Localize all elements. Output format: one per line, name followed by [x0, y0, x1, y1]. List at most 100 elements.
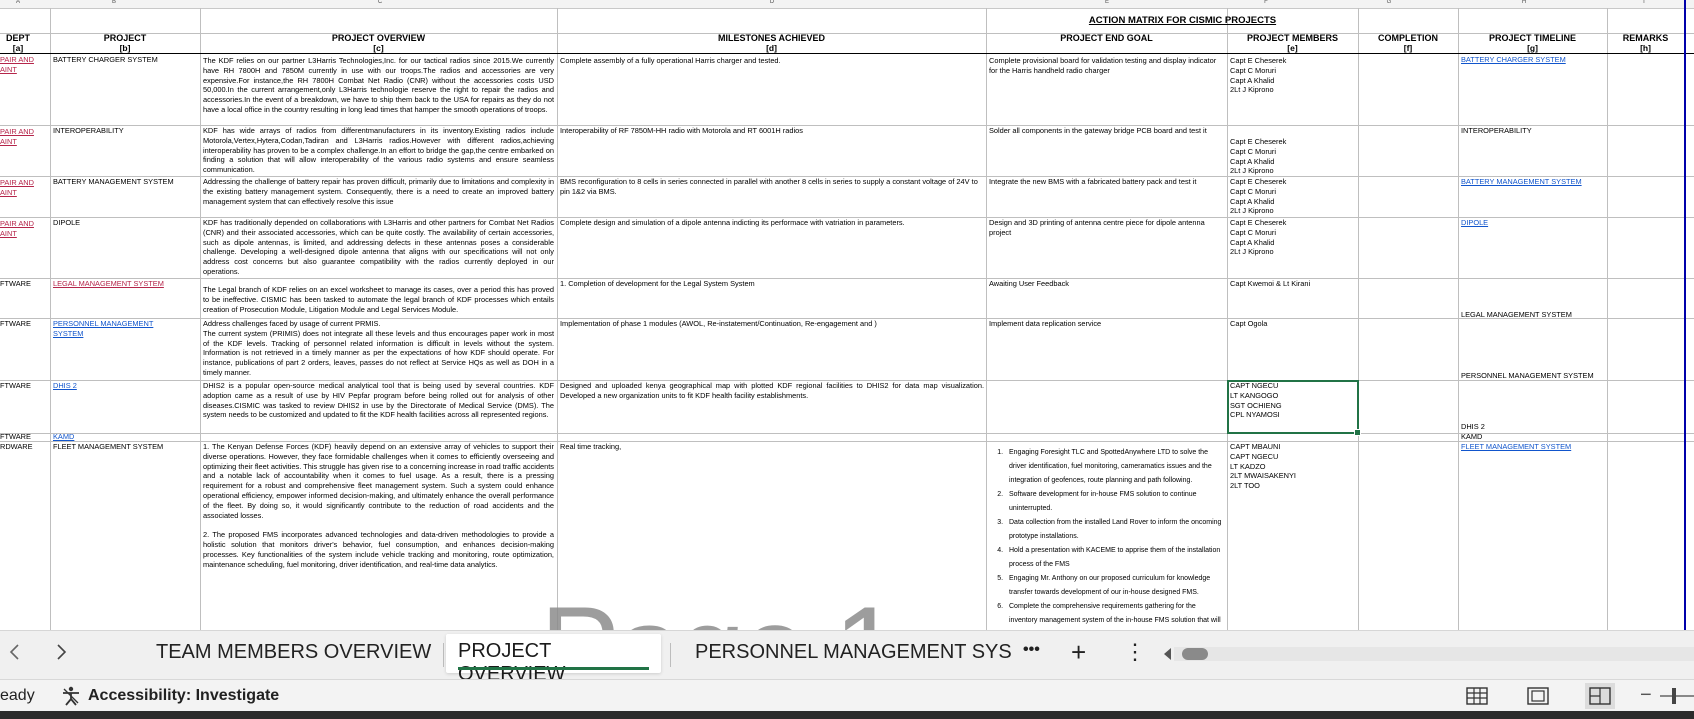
- cell-project[interactable]: BATTERY MANAGEMENT SYSTEM: [53, 177, 199, 187]
- cell-overview[interactable]: The KDF relies on our partner L3Harris T…: [203, 56, 554, 125]
- cell-overview[interactable]: DHIS2 is a popular open-source medical a…: [203, 381, 554, 433]
- cell-dept[interactable]: PAIR AND AINT: [0, 55, 48, 75]
- column-letter[interactable]: C: [376, 0, 384, 5]
- cell-milestones[interactable]: Implementation of phase 1 modules (AWOL,…: [560, 319, 984, 329]
- header-dept[interactable]: DEPT [a]: [0, 33, 36, 53]
- chevron-right-icon[interactable]: [54, 641, 68, 669]
- cell-dept[interactable]: RDWARE: [0, 442, 48, 452]
- cell-project[interactable]: BATTERY CHARGER SYSTEM: [53, 55, 199, 65]
- normal-view-icon[interactable]: [1465, 686, 1489, 711]
- cell-dept[interactable]: FTWARE: [0, 279, 48, 289]
- page-layout-icon[interactable]: [1526, 686, 1550, 711]
- header-end-goal[interactable]: PROJECT END GOAL: [986, 33, 1227, 43]
- cell-milestones[interactable]: BMS reconfiguration to 8 cells in series…: [560, 177, 984, 197]
- column-letter[interactable]: F: [1262, 0, 1270, 5]
- project-link[interactable]: KAMD: [53, 432, 199, 442]
- timeline-label[interactable]: PERSONNEL MANAGEMENT SYSTEM: [1461, 371, 1606, 381]
- column-letter[interactable]: E: [1103, 0, 1111, 5]
- chevron-left-icon[interactable]: [8, 641, 22, 669]
- tab-personnel-management-system[interactable]: PERSONNEL MANAGEMENT SYSTI: [695, 641, 1012, 664]
- add-sheet-icon[interactable]: +: [1071, 637, 1086, 668]
- cell-members[interactable]: Capt Ogola: [1230, 319, 1357, 329]
- page-break-icon[interactable]: [1585, 683, 1615, 709]
- timeline-label[interactable]: LEGAL MANAGEMENT SYSTEM: [1461, 310, 1606, 320]
- cell-milestones[interactable]: Designed and uploaded kenya geographical…: [560, 381, 984, 411]
- cell-end-goal[interactable]: Implement data replication service: [989, 319, 1226, 329]
- cell-overview[interactable]: KDF has wide arrays of radios from diffe…: [203, 126, 554, 176]
- header-project-members[interactable]: PROJECT MEMBERS [e]: [1227, 33, 1358, 53]
- cell-end-goal[interactable]: Solder all components in the gateway bri…: [989, 126, 1226, 136]
- more-tabs-icon[interactable]: •••: [1023, 641, 1040, 659]
- header-project-timeline[interactable]: PROJECT TIMELINE [g]: [1458, 33, 1607, 53]
- project-link[interactable]: LEGAL MANAGEMENT SYSTEM: [53, 279, 199, 289]
- header-project-overview[interactable]: PROJECT OVERVIEW [c]: [200, 33, 557, 53]
- project-link[interactable]: PERSONNEL MANAGEMENT SYSTEM: [53, 319, 173, 339]
- column-letter[interactable]: D: [768, 0, 776, 5]
- cell-milestones[interactable]: 1. Completion of development for the Leg…: [560, 279, 984, 289]
- cell-overview[interactable]: 1. The Kenyan Defense Forces (KDF) heavi…: [203, 442, 554, 628]
- cell-dept[interactable]: PAIR AND AINT: [0, 219, 48, 239]
- accessibility-icon[interactable]: [60, 685, 82, 712]
- zoom-slider[interactable]: [1660, 688, 1694, 704]
- timeline-link[interactable]: DIPOLE: [1461, 218, 1606, 228]
- column-letter[interactable]: I: [1640, 0, 1648, 5]
- timeline-link[interactable]: BATTERY CHARGER SYSTEM: [1461, 55, 1606, 65]
- cell-end-goal[interactable]: Design and 3D printing of antenna centre…: [989, 218, 1226, 238]
- accessibility-status[interactable]: Accessibility: Investigate: [88, 687, 279, 705]
- cell-project[interactable]: INTEROPERABILITY: [53, 126, 199, 136]
- cell-overview[interactable]: The Legal branch of KDF relies on an exc…: [203, 285, 554, 319]
- fill-handle[interactable]: [1354, 429, 1361, 436]
- cell-milestones[interactable]: Real time tracking,: [560, 442, 984, 452]
- timeline-label[interactable]: KAMD: [1461, 432, 1606, 442]
- cell-milestones[interactable]: Complete assembly of a fully operational…: [560, 56, 984, 66]
- horizontal-scrollbar[interactable]: [1174, 647, 1694, 661]
- cell-dept[interactable]: FTWARE: [0, 432, 48, 442]
- timeline-label[interactable]: INTEROPERABILITY: [1461, 126, 1606, 136]
- header-project[interactable]: PROJECT [b]: [50, 33, 200, 53]
- taskbar-edge: [0, 711, 1694, 719]
- column-letter[interactable]: H: [1520, 0, 1528, 5]
- header-milestones[interactable]: MILESTONES ACHIEVED [d]: [557, 33, 986, 53]
- timeline-link[interactable]: BATTERY MANAGEMENT SYSTEM: [1461, 177, 1606, 187]
- cell-end-goal[interactable]: Complete provisional board for validatio…: [989, 56, 1226, 76]
- cell-dept[interactable]: PAIR AND AINT: [0, 127, 48, 147]
- cell-end-goal[interactable]: Integrate the new BMS with a fabricated …: [989, 177, 1226, 187]
- cell-project[interactable]: FLEET MANAGEMENT SYSTEM: [53, 442, 199, 452]
- end-goal-list-cell[interactable]: Engaging Foresight TLC and SpottedAnywhe…: [989, 446, 1225, 630]
- zoom-slider-thumb[interactable]: [1672, 688, 1676, 704]
- cell-overview[interactable]: KDF has traditionally depended on collab…: [203, 218, 554, 278]
- header-remarks[interactable]: REMARKS [h]: [1607, 33, 1684, 53]
- timeline-label[interactable]: DHIS 2: [1461, 422, 1606, 432]
- cell-members[interactable]: Capt E Cheserek Capt C Moruri Capt A Kha…: [1230, 218, 1357, 257]
- cell-project[interactable]: DIPOLE: [53, 218, 199, 228]
- cell-milestones[interactable]: Interoperability of RF 7850M-HH radio wi…: [560, 126, 984, 136]
- cell-dept[interactable]: FTWARE: [0, 381, 48, 391]
- cell-overview[interactable]: Address challenges faced by usage of cur…: [203, 319, 554, 380]
- timeline-link[interactable]: FLEET MANAGEMENT SYSTEM: [1461, 442, 1606, 452]
- sheet-title[interactable]: ACTION MATRIX FOR CISMIC PROJECTS: [557, 10, 1694, 28]
- cell-milestones[interactable]: Complete design and simulation of a dipo…: [560, 218, 984, 228]
- header-completion[interactable]: COMPLETION [f]: [1358, 33, 1458, 53]
- column-letter[interactable]: G: [1385, 0, 1393, 5]
- cell-members[interactable]: Capt Kwemoi & Lt Kirani: [1230, 279, 1357, 289]
- cell-members[interactable]: Capt E Cheserek Capt C Moruri Capt A Kha…: [1230, 137, 1357, 176]
- cell-end-goal[interactable]: Awaiting User Feedback: [989, 279, 1226, 289]
- column-header-bar[interactable]: A B C D E F G H I: [0, 0, 1694, 9]
- cell-members[interactable]: Capt E Cheserek Capt C Moruri Capt A Kha…: [1230, 177, 1357, 216]
- tab-project-overview[interactable]: PROJECT OVERVIEW: [446, 634, 661, 685]
- zoom-out-icon[interactable]: −: [1640, 684, 1652, 707]
- spreadsheet-grid[interactable]: A B C D E F G H I ACTION MATRIX FOR CISM…: [0, 0, 1694, 630]
- cell-dept[interactable]: FTWARE: [0, 319, 48, 329]
- column-letter[interactable]: A: [14, 0, 22, 5]
- cell-members[interactable]: Capt E Cheserek Capt C Moruri Capt A Kha…: [1230, 56, 1357, 95]
- tab-team-members-overview[interactable]: TEAM MEMBERS OVERVIEW: [156, 641, 431, 664]
- scrollbar-thumb[interactable]: [1182, 648, 1208, 660]
- project-link[interactable]: DHIS 2: [53, 381, 199, 391]
- cell-overview[interactable]: Addressing the challenge of battery repa…: [203, 177, 554, 217]
- column-letter[interactable]: B: [110, 0, 118, 5]
- selected-cell[interactable]: [1227, 380, 1361, 436]
- cell-members[interactable]: CAPT MBAUNI CAPT NGECU LT KADZO 2LT MWAI…: [1230, 442, 1357, 491]
- scroll-left-icon[interactable]: [1162, 647, 1172, 666]
- sheet-options-icon[interactable]: ⋮: [1124, 639, 1146, 665]
- cell-dept[interactable]: PAIR AND AINT: [0, 178, 48, 198]
